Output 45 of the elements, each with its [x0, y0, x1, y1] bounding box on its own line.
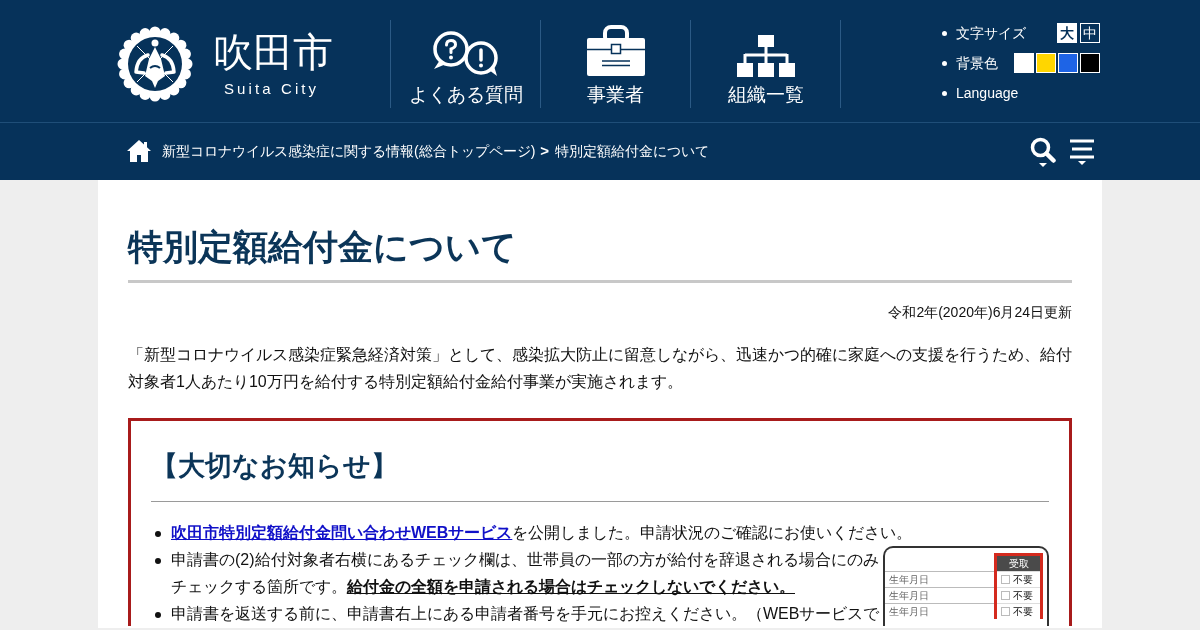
breadcrumb-link[interactable]: 新型コロナウイルス感染症に関する情報(総合トップページ)	[162, 141, 536, 162]
bullet-icon	[942, 90, 947, 96]
swatch-icon[interactable]	[1058, 53, 1078, 73]
text-size-button[interactable]: 大	[1057, 23, 1077, 43]
nav-link[interactable]: よくある質問	[390, 20, 540, 108]
menu-icon[interactable]	[1070, 138, 1094, 165]
swatch-icon[interactable]	[1036, 53, 1056, 73]
page-title: 特別定額給付金について	[128, 226, 517, 268]
bullet-icon	[942, 60, 947, 66]
nav-link[interactable]: 組織一覧	[690, 20, 841, 108]
speech-bubbles-icon[interactable]	[430, 31, 501, 77]
intro-text: 「新型コロナウイルス感染症緊急経済対策」として、感染拡大防止に留意しながら、迅速かつ的確に家庭への支援を行うため、給付対象者1人あたり10万円を給付する特別定額給付金給付事業が実施されます。	[128, 345, 1072, 392]
column-header: 受取	[995, 554, 1042, 572]
bullet-icon	[942, 30, 947, 36]
site-name[interactable]: 吹田市	[213, 30, 333, 74]
swatch-icon[interactable]	[1014, 53, 1034, 73]
org-chart-icon[interactable]	[736, 35, 795, 77]
site-subtitle: Suita City	[224, 80, 320, 98]
home-icon[interactable]	[127, 139, 151, 162]
form-label: 生年月日	[885, 571, 996, 588]
bullet-icon	[155, 530, 161, 537]
form-option: 不要	[1013, 606, 1033, 617]
swatch-icon[interactable]	[1080, 53, 1100, 73]
form-label: 生年月日	[885, 603, 996, 619]
notice-title: 【大切なお知らせ】	[151, 450, 398, 482]
text-size-button[interactable]: 中	[1080, 23, 1100, 43]
form-label: 生年月日	[885, 587, 996, 604]
toolbox-icon[interactable]	[585, 25, 646, 77]
inquiry-link[interactable]: 吹田市特別定額給付金問い合わせWEBサービス	[171, 524, 513, 541]
form-option: 不要	[1013, 574, 1033, 585]
search-icon[interactable]	[1030, 136, 1056, 167]
bullet-icon	[155, 611, 161, 618]
background-label: 背景色	[956, 54, 998, 73]
nav-link[interactable]: 事業者	[540, 20, 690, 108]
emblem-icon[interactable]	[117, 26, 193, 102]
breadcrumb-current: 特別定額給付金について	[555, 142, 710, 161]
notice-text: 申請書を返送する前に、申請書右上にある申請者番号を手元にお控えください。（WEBサービスで	[171, 605, 880, 622]
text-size-label: 文字サイズ	[956, 24, 1026, 43]
notice-text: 申請書の(2)給付対象者右横にあるチェック欄は、世帯員の一部の方が給付を辞退される場合にのみチェックする箇所です。給付金の全額を申請される場合はチェックしないでください。	[171, 551, 879, 595]
form-option: 不要	[1013, 590, 1033, 601]
notice-text: 吹田市特別定額給付金問い合わせWEBサービスを公開しました。申請状況のご確認にお使いください。	[171, 524, 913, 541]
update-date: 令和2年(2020年)6月24日更新	[888, 304, 1072, 320]
breadcrumb-separator: >	[540, 141, 550, 162]
language-link[interactable]: Language	[956, 83, 1019, 103]
bullet-icon	[155, 557, 161, 564]
